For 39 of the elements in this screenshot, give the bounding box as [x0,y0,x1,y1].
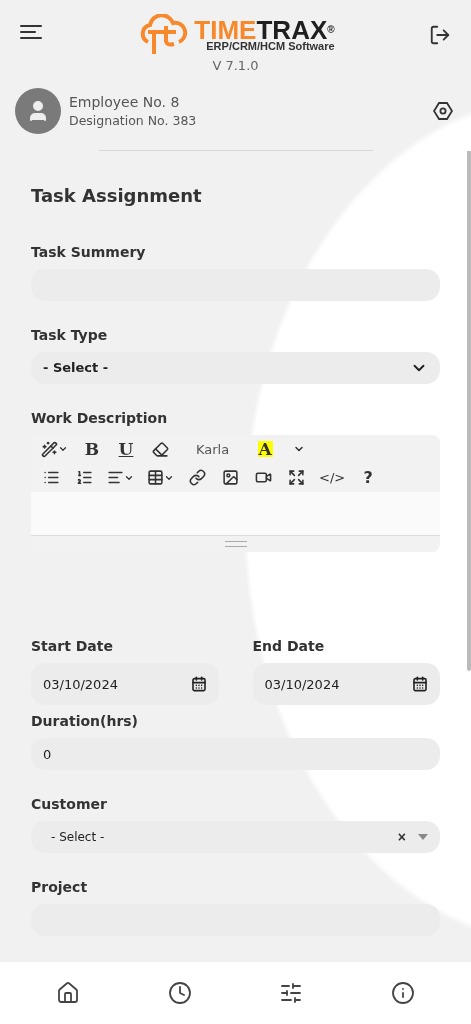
sliders-icon[interactable] [279,981,304,1005]
clear-button[interactable]: × [391,829,412,846]
date-field[interactable]: 03/10/2024 [31,663,219,706]
resize-handle-icon[interactable] [224,541,247,548]
page-title: Task Assignment [31,185,203,206]
font-select[interactable]: Karla [184,438,242,461]
field-label: Customer [31,796,108,813]
avatar-icon [15,88,61,134]
info-icon[interactable] [391,981,416,1005]
brand-tagline: ERP/CRM/HCM Software [206,40,335,52]
code-view-button[interactable]: </> [319,466,346,489]
bold-button[interactable]: B [82,438,102,461]
calendar-icon [412,676,428,693]
version-label: V 7.1.0 [212,58,259,73]
settings-icon[interactable] [433,101,453,121]
calendar-icon [190,676,207,693]
select-field[interactable]: - Select - × [31,821,440,854]
menu-button[interactable] [20,24,42,40]
employee-designation: Designation No. 383 [69,113,198,128]
brand-name: TIMETRAX$^{®}$ [194,18,335,42]
field-label: Project [31,879,89,896]
field-label: Task Summery [31,244,147,260]
underline-button[interactable]: U [116,438,136,461]
rich-text-editor[interactable]: B U Karla A </> ? [31,434,440,553]
dropdown-triangle-icon [418,834,428,841]
home-icon[interactable] [55,981,80,1005]
select-field[interactable]: - Select - [31,351,440,384]
field-label: Start Date [31,638,114,655]
help-button[interactable]: ? [358,466,379,489]
field-label: End Date [252,638,326,655]
field-label: Task Type [31,326,109,343]
field-label: Duration(hrs) [31,713,140,730]
clock-icon[interactable] [167,981,192,1005]
employee-name: Employee No. 8 [69,94,181,110]
logout-icon[interactable] [429,24,451,46]
field-label: Work Description [31,409,169,426]
date-field[interactable]: 03/10/2024 [252,663,440,706]
scrollbar[interactable] [467,151,471,671]
input-field[interactable]: 0 [31,738,440,771]
